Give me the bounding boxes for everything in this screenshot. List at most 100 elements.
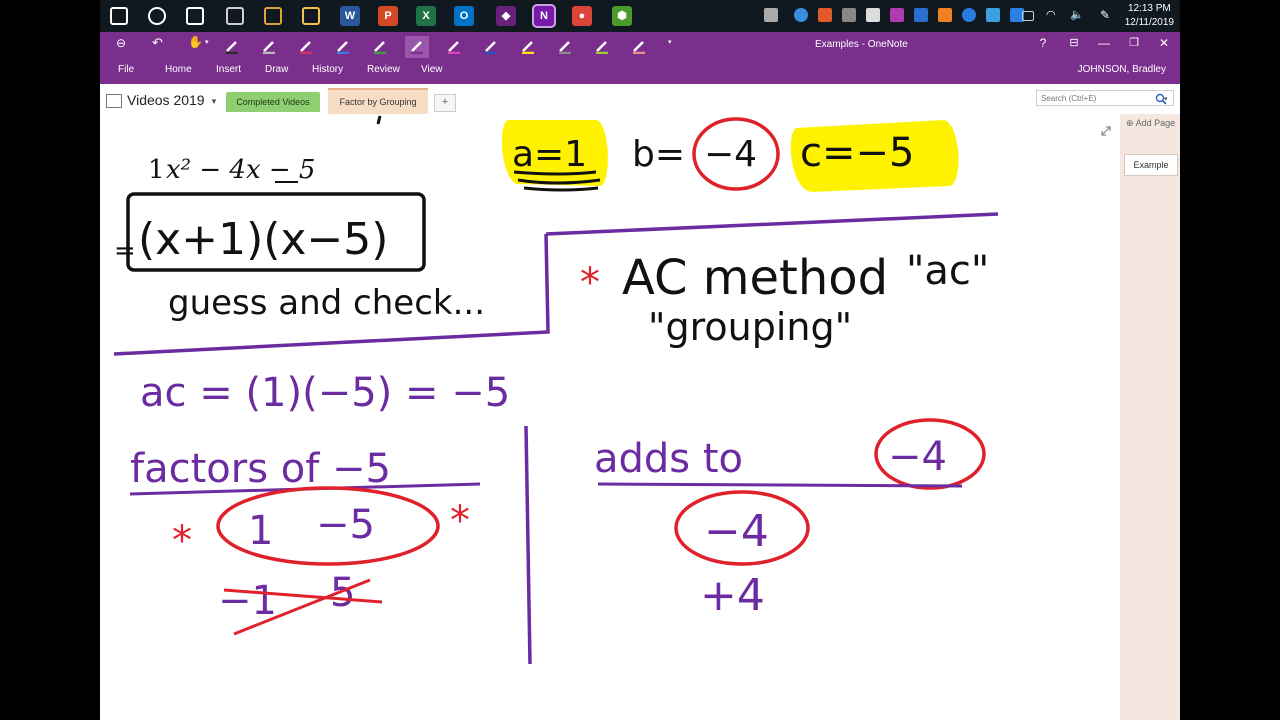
tab-home[interactable]: Home bbox=[165, 64, 192, 75]
shield-icon[interactable] bbox=[818, 8, 832, 22]
battery-icon[interactable] bbox=[1022, 11, 1034, 21]
add-page-label: Add Page bbox=[1135, 118, 1176, 128]
a-label: a=1 bbox=[512, 134, 587, 175]
pen-workspace-icon[interactable]: ✎ bbox=[1100, 8, 1114, 22]
volume-icon[interactable]: 🔈 bbox=[1070, 8, 1084, 22]
pair2-a: −1 bbox=[218, 578, 277, 624]
onenote-window: W P X O ◆ N ● ⬢ ◠ 🔈 ✎ 12:13 PM 12/11/2019 ⊖ ↶ ✋… bbox=[100, 0, 1180, 720]
pen-2-icon[interactable] bbox=[257, 36, 281, 58]
tab-review[interactable]: Review bbox=[367, 64, 400, 75]
ac-quote-text: "ac" bbox=[906, 248, 989, 294]
factored-expression: (x+1)(x−5) bbox=[138, 214, 388, 265]
cortana-icon[interactable] bbox=[148, 7, 166, 25]
outlook-icon[interactable]: O bbox=[454, 6, 474, 26]
pair1-a: 1 bbox=[248, 508, 273, 554]
back-icon[interactable]: ⊖ bbox=[116, 36, 126, 50]
bluetooth-icon[interactable] bbox=[962, 8, 976, 22]
tab-draw[interactable]: Draw bbox=[265, 64, 288, 75]
geogebra-icon[interactable]: ⬢ bbox=[612, 6, 632, 26]
excel-icon[interactable]: X bbox=[416, 6, 436, 26]
section-bar: Videos 2019 ▼ Completed Videos Factor by… bbox=[100, 84, 1180, 116]
gamepad-icon[interactable] bbox=[842, 8, 856, 22]
maximize-button[interactable]: ❐ bbox=[1124, 36, 1144, 49]
pair1-b: −5 bbox=[316, 502, 375, 548]
ink-drawing: 1 x² − 4x − 5 = (x+1)(x−5) guess and che… bbox=[113, 115, 999, 665]
wifi-icon[interactable]: ◠ bbox=[1046, 8, 1060, 22]
pen-gallery-more-icon[interactable]: ▾ bbox=[668, 38, 672, 46]
expression-coefficient: 1 bbox=[148, 155, 165, 185]
divider-top-right bbox=[545, 212, 999, 236]
word-icon[interactable]: W bbox=[340, 6, 360, 26]
user-account[interactable]: JOHNSON, Bradley bbox=[1078, 64, 1166, 75]
notebook-name[interactable]: Videos 2019 bbox=[127, 92, 205, 108]
pen-5-icon[interactable] bbox=[368, 36, 392, 58]
pen-4-icon[interactable] bbox=[331, 36, 355, 58]
adds-underline bbox=[597, 482, 963, 488]
tab-insert[interactable]: Insert bbox=[216, 64, 241, 75]
ribbon-display-icon[interactable]: ⊟ bbox=[1064, 36, 1084, 49]
star-right: * bbox=[450, 498, 470, 544]
pen-8-icon[interactable] bbox=[479, 36, 503, 58]
minimize-button[interactable]: — bbox=[1094, 36, 1114, 50]
search-input[interactable]: Search (Ctrl+E) bbox=[1036, 90, 1174, 106]
section-tab-factor-by-grouping[interactable]: Factor by Grouping bbox=[328, 88, 428, 116]
divider-vertical bbox=[524, 425, 532, 665]
tray-tool-icon[interactable] bbox=[866, 8, 880, 22]
ac-method-text: AC method bbox=[622, 250, 888, 306]
clock[interactable]: 12:13 PM 12/11/2019 bbox=[1125, 2, 1174, 30]
onenote-icon[interactable]: N bbox=[532, 4, 556, 28]
help-button[interactable]: ? bbox=[1033, 36, 1053, 50]
search-placeholder: Search (Ctrl+E) bbox=[1041, 94, 1097, 103]
undo-icon[interactable]: ↶ bbox=[152, 35, 163, 51]
sum2: +4 bbox=[700, 570, 765, 621]
windows-start-icon[interactable] bbox=[110, 7, 128, 25]
pen-11-icon[interactable] bbox=[590, 36, 614, 58]
task-view-icon[interactable] bbox=[186, 7, 204, 25]
notebook-icon[interactable] bbox=[106, 94, 122, 108]
expand-icon[interactable] bbox=[1100, 124, 1112, 142]
star-ac: * bbox=[580, 260, 600, 306]
add-section-button[interactable]: + bbox=[434, 94, 456, 112]
search-scope-dropdown-icon[interactable]: ▾ bbox=[1164, 95, 1168, 103]
b-value: −4 bbox=[704, 134, 757, 175]
ribbon: ⊖ ↶ ✋ ▾ ▾ Examples - OneNote ? ⊟ — ❐ ✕ F… bbox=[100, 32, 1180, 84]
visual-studio-icon[interactable]: ◆ bbox=[496, 6, 516, 26]
section-tab-completed-videos[interactable]: Completed Videos bbox=[226, 92, 320, 112]
calculator-icon[interactable] bbox=[226, 7, 244, 25]
pen-6-icon[interactable] bbox=[405, 36, 429, 58]
pen-12-icon[interactable] bbox=[627, 36, 651, 58]
taskbar: W P X O ◆ N ● ⬢ ◠ 🔈 ✎ 12:13 PM 12/11/2019 bbox=[100, 0, 1180, 32]
hand-dropdown-icon[interactable]: ▾ bbox=[205, 38, 209, 46]
onedrive-icon[interactable] bbox=[986, 8, 1000, 22]
pen-1-icon[interactable] bbox=[220, 36, 244, 58]
people-icon[interactable] bbox=[764, 8, 778, 22]
tray-app-icon[interactable] bbox=[794, 8, 808, 22]
c-label: c=−5 bbox=[800, 130, 914, 176]
close-button[interactable]: ✕ bbox=[1154, 36, 1174, 50]
note-canvas[interactable]: 1 x² − 4x − 5 = (x+1)(x−5) guess and che… bbox=[100, 114, 1120, 720]
adds-value: −4 bbox=[888, 434, 947, 480]
pen-10-icon[interactable] bbox=[553, 36, 577, 58]
chrome-icon[interactable]: ● bbox=[572, 6, 592, 26]
dropbox-icon[interactable] bbox=[914, 8, 928, 22]
factors-header: factors of −5 bbox=[130, 446, 391, 492]
expression-text: x² − 4x − 5 bbox=[166, 155, 315, 185]
clock-date: 12/11/2019 bbox=[1124, 17, 1174, 28]
page-item-example[interactable]: Example bbox=[1124, 154, 1178, 176]
tab-history[interactable]: History bbox=[312, 64, 343, 75]
pen-3-icon[interactable] bbox=[294, 36, 318, 58]
chevron-down-icon[interactable]: ▼ bbox=[210, 97, 218, 106]
tab-view[interactable]: View bbox=[421, 64, 443, 75]
powerpoint-icon[interactable]: P bbox=[378, 6, 398, 26]
lasso-hand-icon[interactable]: ✋ bbox=[188, 35, 203, 49]
tab-file[interactable]: File bbox=[118, 64, 134, 75]
add-page-button[interactable]: ⊕ Add Page bbox=[1126, 118, 1175, 129]
star-left: * bbox=[172, 518, 192, 564]
paint-icon[interactable] bbox=[264, 7, 282, 25]
file-explorer-icon[interactable] bbox=[302, 7, 320, 25]
onenote-tray-icon[interactable] bbox=[890, 8, 904, 22]
b-label: b= bbox=[632, 134, 685, 175]
pen-9-icon[interactable] bbox=[516, 36, 540, 58]
pen-7-icon[interactable] bbox=[442, 36, 466, 58]
tray-orange-icon[interactable] bbox=[938, 8, 952, 22]
